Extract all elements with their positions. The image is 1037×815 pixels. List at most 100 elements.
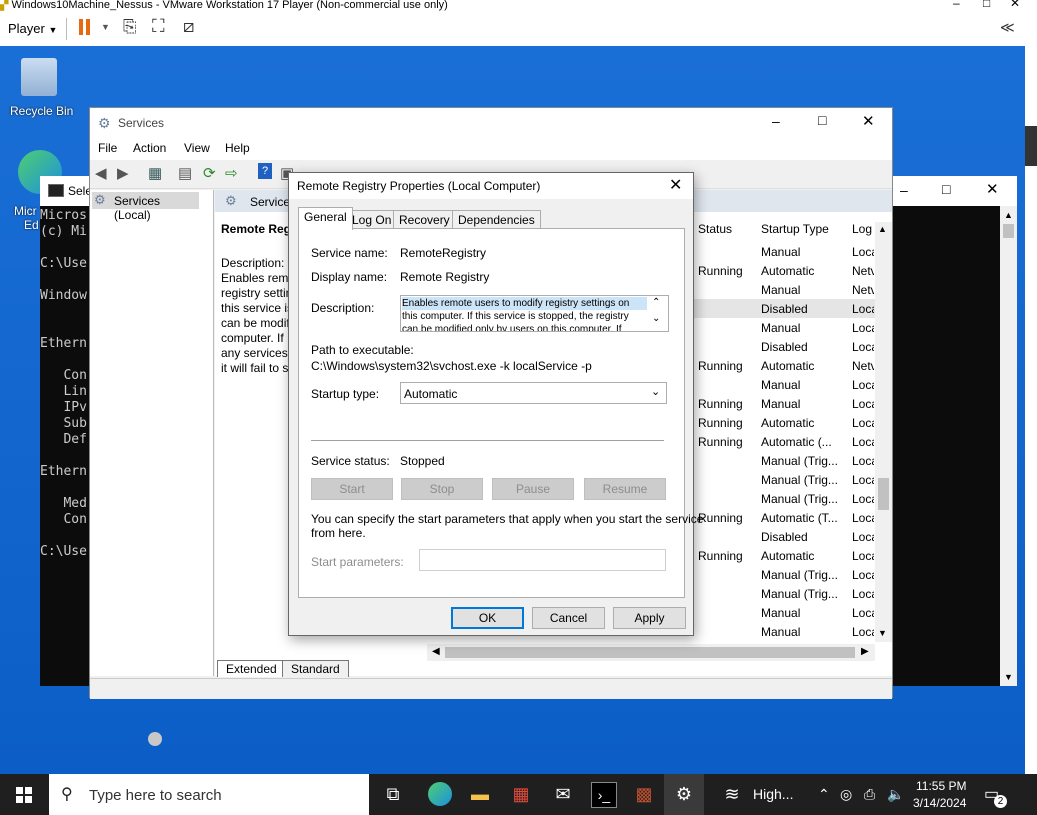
table-cell-startup[interactable]: Manual (Trig... <box>761 473 838 487</box>
table-cell-startup[interactable]: Disabled <box>761 302 808 316</box>
services-list-scrollbar[interactable]: ▲ ▼ <box>875 222 892 642</box>
table-cell-startup[interactable]: Manual <box>761 378 800 392</box>
table-cell-startup[interactable]: Manual (Trig... <box>761 454 838 468</box>
firewall-icon[interactable]: ▩ <box>632 782 656 806</box>
send-ctrl-alt-del-icon[interactable]: ⎘ <box>123 17 137 37</box>
scroll-right-icon[interactable]: ▶ <box>861 646 869 657</box>
table-cell-log[interactable]: Netv <box>852 283 874 297</box>
clock-date[interactable]: 3/14/2024 <box>913 796 966 810</box>
table-cell-status[interactable]: Running <box>698 359 743 373</box>
table-cell-log[interactable]: Loca <box>852 587 874 601</box>
services-minimize-icon[interactable]: – <box>772 113 780 129</box>
services-hscrollbar[interactable]: ◀ ▶ <box>427 644 875 661</box>
file-explorer-icon[interactable]: ▬ <box>468 782 492 806</box>
table-cell-startup[interactable]: Disabled <box>761 530 808 544</box>
weather-label[interactable]: High... <box>753 786 793 802</box>
table-cell-startup[interactable]: Automatic <box>761 359 814 373</box>
console-tree-icon[interactable]: ▦ <box>148 164 162 182</box>
meet-now-icon[interactable]: ◎ <box>840 786 852 803</box>
task-view-icon[interactable]: ⧉ <box>381 782 405 806</box>
menu-help[interactable]: Help <box>225 141 250 155</box>
apply-button[interactable]: Apply <box>613 607 686 629</box>
hscroll-thumb[interactable] <box>445 647 855 658</box>
table-cell-log[interactable]: Loca <box>852 397 874 411</box>
table-cell-log[interactable]: Loca <box>852 454 874 468</box>
stop-button[interactable]: Stop <box>401 478 483 500</box>
pause-dropdown-icon[interactable]: ▼ <box>101 22 110 32</box>
tab-dependencies[interactable]: Dependencies <box>452 210 541 229</box>
column-status[interactable]: Status <box>698 222 732 236</box>
table-cell-startup[interactable]: Manual (Trig... <box>761 587 838 601</box>
tray-chevron-icon[interactable]: ⌃ <box>818 786 830 803</box>
table-cell-log[interactable]: Loca <box>852 530 874 544</box>
store-icon[interactable]: ▦ <box>509 782 533 806</box>
table-cell-status[interactable]: Running <box>698 549 743 563</box>
table-cell-startup[interactable]: Manual <box>761 283 800 297</box>
table-cell-startup[interactable]: Automatic <box>761 416 814 430</box>
menu-file[interactable]: File <box>98 141 117 155</box>
services-scroll-thumb[interactable] <box>878 478 889 510</box>
table-cell-log[interactable]: Loca <box>852 492 874 506</box>
dialog-close-icon[interactable]: ✕ <box>669 175 682 195</box>
unity-icon[interactable]: ⧄ <box>183 16 194 37</box>
edge-taskbar-icon[interactable] <box>428 782 452 806</box>
taskbar-search-box[interactable]: ⚲ Type here to search <box>49 774 369 815</box>
table-cell-log[interactable]: Loca <box>852 245 874 259</box>
table-cell-log[interactable]: Netv <box>852 264 874 278</box>
windows-start-icon[interactable] <box>16 787 32 803</box>
console-minimize-icon[interactable]: – <box>900 182 908 198</box>
table-cell-log[interactable]: Loca <box>852 435 874 449</box>
console-maximize-icon[interactable]: □ <box>942 181 950 197</box>
column-log-on-as[interactable]: Log <box>852 222 872 236</box>
table-cell-log[interactable]: Loca <box>852 568 874 582</box>
table-cell-status[interactable]: Running <box>698 511 743 525</box>
fullscreen-icon[interactable]: ⛶ <box>152 16 165 37</box>
table-cell-status[interactable]: Running <box>698 435 743 449</box>
menu-action[interactable]: Action <box>133 141 166 155</box>
table-cell-startup[interactable]: Manual (Trig... <box>761 492 838 506</box>
properties-icon[interactable]: ▤ <box>178 164 192 182</box>
console-close-icon[interactable]: ✕ <box>986 180 999 198</box>
menu-view[interactable]: View <box>184 141 210 155</box>
table-cell-startup[interactable]: Manual <box>761 625 800 639</box>
description-box[interactable]: Enables remote users to modify registry … <box>400 295 669 332</box>
table-cell-log[interactable]: Netv <box>852 359 874 373</box>
forward-icon[interactable]: ▶ <box>117 164 129 182</box>
tree-item-services-local[interactable]: ⚙ Services (Local) <box>92 192 199 222</box>
help-icon[interactable]: ? <box>258 163 272 179</box>
scroll-up-icon[interactable]: ▲ <box>878 224 887 234</box>
scroll-down-icon[interactable]: ▼ <box>1004 672 1013 682</box>
table-cell-log[interactable]: Loca <box>852 340 874 354</box>
table-cell-startup[interactable]: Manual <box>761 245 800 259</box>
clock-time[interactable]: 11:55 PM <box>916 779 966 793</box>
table-cell-startup[interactable]: Automatic <box>761 264 814 278</box>
table-cell-startup[interactable]: Automatic (... <box>761 435 832 449</box>
table-cell-startup[interactable]: Disabled <box>761 340 808 354</box>
tab-log-on[interactable]: Log On <box>346 210 398 229</box>
table-cell-log[interactable]: Loca <box>852 606 874 620</box>
console-scrollbar[interactable]: ▲ ▼ <box>1000 206 1017 686</box>
table-cell-startup[interactable]: Manual (Trig... <box>761 568 838 582</box>
tab-extended[interactable]: Extended <box>217 660 286 677</box>
services-close-icon[interactable]: ✕ <box>862 112 875 130</box>
export-icon[interactable]: ⇨ <box>225 164 238 182</box>
collapse-icon[interactable]: ≪ <box>1000 19 1015 36</box>
resume-button[interactable]: Resume <box>584 478 666 500</box>
network-icon[interactable]: ⎙ <box>864 786 875 803</box>
start-params-input[interactable] <box>419 549 666 571</box>
cancel-button[interactable]: Cancel <box>532 607 605 629</box>
terminal-icon[interactable]: ›_ <box>591 782 617 808</box>
startup-type-select[interactable]: Automatic ⌄ <box>400 382 667 404</box>
player-menu[interactable]: Player ▼ <box>8 21 57 36</box>
tab-general[interactable]: General <box>298 207 353 230</box>
ok-button[interactable]: OK <box>451 607 524 629</box>
volume-icon[interactable]: 🔈 <box>887 786 904 803</box>
services-maximize-icon[interactable]: □ <box>818 112 826 128</box>
table-cell-log[interactable]: Loca <box>852 378 874 392</box>
table-cell-log[interactable]: Loca <box>852 511 874 525</box>
tab-standard[interactable]: Standard <box>282 660 349 677</box>
remote-registry-properties-dialog[interactable]: Remote Registry Properties (Local Comput… <box>288 172 703 636</box>
table-cell-status[interactable]: Running <box>698 397 743 411</box>
table-cell-log[interactable]: Loca <box>852 473 874 487</box>
scroll-left-icon[interactable]: ◀ <box>432 646 440 657</box>
